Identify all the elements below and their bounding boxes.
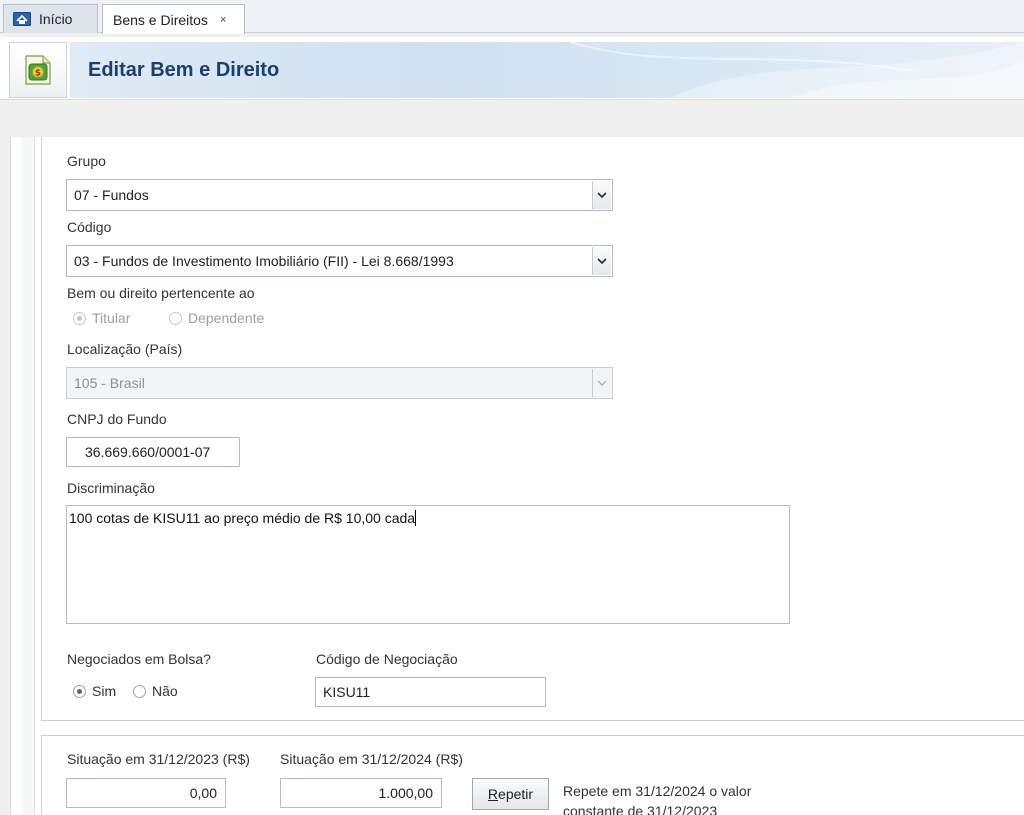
radio-dot bbox=[169, 311, 182, 325]
radio-sim-label: Sim bbox=[92, 683, 117, 699]
grupo-value: 07 - Fundos bbox=[74, 187, 149, 203]
pertencente-label: Bem ou direito pertencente ao bbox=[67, 285, 255, 301]
repetir-hint: Repete em 31/12/2024 o valor constante d… bbox=[563, 781, 751, 815]
tab-active-label: Bens e Direitos bbox=[113, 11, 208, 28]
form-panel: Grupo 07 - Fundos Código 03 - Fundos de … bbox=[10, 137, 1024, 815]
tab-bens-e-direitos[interactable]: Bens e Direitos × bbox=[102, 4, 245, 34]
side-strip bbox=[21, 137, 35, 815]
page-header: $ Editar Bem e Direito bbox=[0, 37, 1024, 100]
chevron-down-icon[interactable] bbox=[592, 247, 611, 275]
chevron-down-icon[interactable] bbox=[592, 181, 611, 209]
form-section-situacao: Situação em 31/12/2023 (R$) Situação em … bbox=[41, 735, 1024, 815]
repetir-button[interactable]: Repetir bbox=[472, 778, 549, 810]
situacao-2024-label: Situação em 31/12/2024 (R$) bbox=[280, 751, 463, 767]
codigo-select[interactable]: 03 - Fundos de Investimento Imobiliário … bbox=[66, 245, 613, 277]
close-icon[interactable]: × bbox=[220, 14, 226, 26]
radio-dot bbox=[133, 684, 146, 698]
situacao-2024-input[interactable]: 1.000,00 bbox=[280, 778, 442, 808]
form-section-main: Grupo 07 - Fundos Código 03 - Fundos de … bbox=[41, 137, 1024, 721]
localizacao-select: 105 - Brasil bbox=[66, 367, 613, 399]
tab-home-label: Início bbox=[39, 11, 73, 27]
repetir-hint-line2: constante de 31/12/2023 bbox=[563, 803, 718, 815]
radio-dot bbox=[73, 684, 86, 698]
grupo-select[interactable]: 07 - Fundos bbox=[66, 179, 613, 211]
localizacao-value: 105 - Brasil bbox=[74, 375, 145, 391]
radio-dot bbox=[73, 311, 86, 325]
tab-home[interactable]: Início bbox=[3, 4, 98, 33]
situacao-2024-value: 1.000,00 bbox=[378, 785, 434, 801]
radio-nao-label: Não bbox=[152, 683, 178, 699]
discriminacao-label: Discriminação bbox=[67, 480, 155, 496]
page-title: Editar Bem e Direito bbox=[88, 59, 280, 81]
radio-dependente[interactable]: Dependente bbox=[169, 310, 264, 326]
cnpj-input[interactable]: 36.669.660/0001-07 bbox=[66, 437, 240, 467]
codigo-value: 03 - Fundos de Investimento Imobiliário … bbox=[74, 253, 454, 269]
svg-text:$: $ bbox=[35, 69, 41, 79]
repetir-hint-line1: Repete em 31/12/2024 o valor bbox=[563, 783, 752, 799]
radio-dependente-label: Dependente bbox=[188, 310, 265, 326]
bolsa-label: Negociados em Bolsa? bbox=[67, 651, 211, 667]
codigo-negociacao-label: Código de Negociação bbox=[316, 651, 458, 667]
repetir-accesskey: R bbox=[487, 786, 499, 802]
radio-titular[interactable]: Titular bbox=[73, 310, 130, 326]
tab-bar: Início Bens e Direitos × bbox=[0, 0, 1024, 34]
situacao-2023-input[interactable]: 0,00 bbox=[66, 778, 226, 808]
radio-sim[interactable]: Sim bbox=[73, 683, 116, 699]
radio-nao[interactable]: Não bbox=[133, 683, 178, 699]
money-document-icon: $ bbox=[9, 42, 67, 98]
repetir-label: epetir bbox=[498, 786, 534, 802]
header-band: Editar Bem e Direito bbox=[70, 42, 1024, 98]
grupo-label: Grupo bbox=[67, 153, 106, 169]
text-caret bbox=[415, 510, 417, 526]
home-icon bbox=[13, 12, 31, 26]
radio-titular-label: Titular bbox=[92, 310, 131, 326]
discriminacao-value: 100 cotas de KISU11 ao preço médio de R$… bbox=[69, 510, 416, 526]
codigo-negociacao-value: KISU11 bbox=[323, 684, 371, 700]
situacao-2023-label: Situação em 31/12/2023 (R$) bbox=[67, 751, 250, 767]
cnpj-value: 36.669.660/0001-07 bbox=[85, 444, 211, 460]
localizacao-label: Localização (País) bbox=[67, 341, 183, 357]
codigo-label: Código bbox=[67, 219, 112, 235]
codigo-negociacao-input[interactable]: KISU11 bbox=[315, 677, 546, 707]
discriminacao-textarea[interactable]: 100 cotas de KISU11 ao preço médio de R$… bbox=[66, 505, 790, 624]
situacao-2023-value: 0,00 bbox=[189, 785, 217, 801]
chevron-down-icon bbox=[592, 369, 611, 397]
cnpj-label: CNPJ do Fundo bbox=[67, 411, 167, 427]
